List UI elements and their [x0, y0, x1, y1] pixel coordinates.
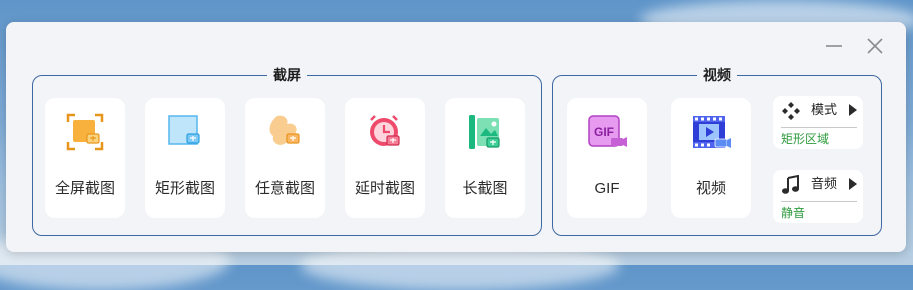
mode-diamond-icon: [782, 102, 800, 120]
minimize-button[interactable]: [824, 36, 844, 56]
video-group-title: 视频: [697, 65, 737, 85]
audio-label: 音频: [811, 176, 838, 191]
video-record-label: 视频: [695, 180, 726, 197]
gif-icon-text: GIF: [594, 125, 614, 139]
freeform-capture-label: 任意截图: [254, 180, 315, 197]
mode-value: 矩形区域: [781, 132, 830, 146]
close-button[interactable]: [865, 36, 885, 56]
video-group: 视频 GIF GIF 视频 模式 矩形区域 音频 静音: [552, 65, 882, 236]
delayed-capture-button[interactable]: 延时截图: [345, 98, 425, 218]
long-capture-icon: [469, 115, 500, 149]
mode-arrow-icon: [849, 104, 857, 116]
fullscreen-capture-button[interactable]: 全屏截图: [45, 98, 125, 218]
gif-icon: GIF: [588, 115, 627, 147]
fullscreen-capture-label: 全屏截图: [54, 180, 115, 197]
audio-divider: [781, 201, 857, 202]
audio-value: 静音: [781, 206, 806, 220]
long-capture-label: 长截图: [462, 180, 508, 197]
fullscreen-capture-icon: [66, 113, 104, 151]
delayed-capture-icon: [370, 115, 400, 146]
rectangle-capture-button[interactable]: 矩形截图: [145, 98, 225, 218]
gif-record-button[interactable]: GIF GIF: [567, 98, 647, 218]
long-capture-button[interactable]: 长截图: [445, 98, 525, 218]
rectangle-capture-label: 矩形截图: [154, 180, 215, 197]
screenshot-group-title: 截屏: [267, 65, 307, 85]
rectangle-capture-icon: [168, 115, 200, 145]
mode-selector[interactable]: 模式 矩形区域: [773, 96, 863, 149]
minimize-icon: [826, 45, 842, 47]
audio-arrow-icon: [849, 178, 857, 190]
audio-selector[interactable]: 音频 静音: [773, 170, 863, 223]
mode-divider: [781, 127, 857, 128]
freeform-capture-button[interactable]: 任意截图: [245, 98, 325, 218]
close-icon: [867, 38, 883, 54]
music-note-icon: [782, 175, 799, 194]
video-record-button[interactable]: 视频: [671, 98, 751, 218]
video-film-icon: [693, 116, 731, 148]
mode-label: 模式: [811, 102, 838, 117]
gif-record-label: GIF: [594, 180, 620, 197]
delayed-capture-label: 延时截图: [354, 180, 415, 197]
capture-tool-panel: 截屏 全屏截图 矩形截图 任意截图 延时截图 长截图 视频 GIF GIF 视频…: [6, 22, 906, 252]
screenshot-group: 截屏 全屏截图 矩形截图 任意截图 延时截图 长截图: [32, 65, 542, 236]
freeform-capture-icon: [269, 115, 300, 145]
